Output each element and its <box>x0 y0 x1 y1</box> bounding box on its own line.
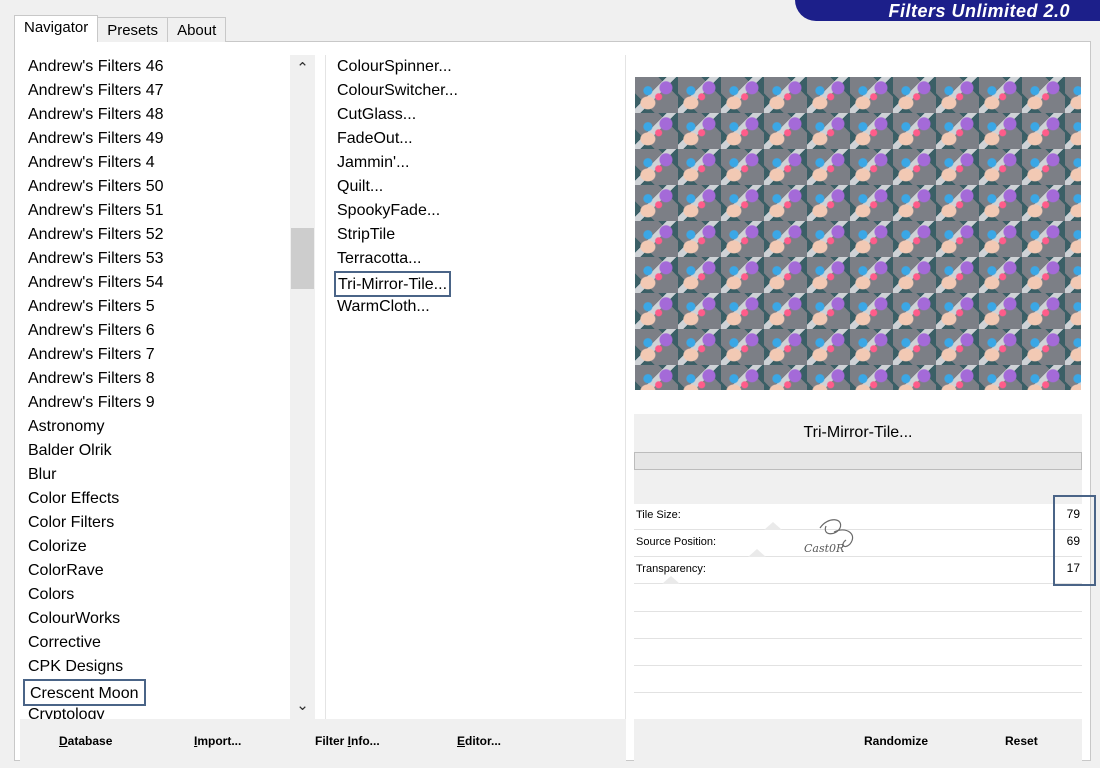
category-item[interactable]: Colors <box>28 583 74 607</box>
param-label: Source Position: <box>636 536 717 548</box>
progress-bar <box>634 452 1082 470</box>
filter-info-button[interactable]: Filter Info... <box>315 734 380 748</box>
database-button[interactable]: Database <box>59 734 112 748</box>
filter-info-box: Tri-Mirror-Tile... <box>634 414 1082 504</box>
category-scrollbar[interactable]: ⌃ ⌄ <box>290 55 315 720</box>
title-banner: Filters Unlimited 2.0 <box>795 0 1100 21</box>
category-item[interactable]: Corrective <box>28 631 101 655</box>
category-item[interactable]: Andrew's Filters 4 <box>28 151 155 175</box>
param-divider <box>634 638 1082 639</box>
filter-item[interactable]: SpookyFade... <box>337 199 440 223</box>
category-item[interactable]: Colorize <box>28 535 87 559</box>
right-button-bar: Randomize Reset <box>634 719 1082 761</box>
filter-item-selected[interactable]: Tri-Mirror-Tile... <box>334 271 452 297</box>
category-item[interactable]: Andrew's Filters 48 <box>28 103 164 127</box>
filter-item[interactable]: FadeOut... <box>337 127 413 151</box>
param-label: Tile Size: <box>636 509 681 521</box>
category-item[interactable]: ColourWorks <box>28 607 120 631</box>
category-item[interactable]: Blur <box>28 463 56 487</box>
category-item[interactable]: Andrew's Filters 50 <box>28 175 164 199</box>
category-list[interactable]: Andrew's Filters 46 Andrew's Filters 47 An… <box>20 55 290 720</box>
watermark-text: Cast0R <box>804 542 844 555</box>
category-item[interactable]: CPK Designs <box>28 655 123 679</box>
randomize-button[interactable]: Randomize <box>864 734 928 748</box>
param-divider <box>634 611 1082 612</box>
current-filter-name: Tri-Mirror-Tile... <box>803 424 913 441</box>
category-item[interactable]: Andrew's Filters 5 <box>28 295 155 319</box>
category-item[interactable]: Color Filters <box>28 511 114 535</box>
slider-thumb[interactable] <box>747 549 766 557</box>
reset-button[interactable]: Reset <box>1005 734 1038 748</box>
filter-item[interactable]: Terracotta... <box>337 247 421 271</box>
category-item[interactable]: Andrew's Filters 9 <box>28 391 155 415</box>
category-item[interactable]: Cryptology <box>28 703 104 720</box>
category-item[interactable]: ColorRave <box>28 559 104 583</box>
filter-list[interactable]: ColourSpinner... ColourSwitcher... CutGlas… <box>325 55 626 720</box>
category-item[interactable]: Andrew's Filters 49 <box>28 127 164 151</box>
editor-button[interactable]: Editor... <box>457 734 501 748</box>
category-item[interactable]: Astronomy <box>28 415 104 439</box>
category-item[interactable]: Andrew's Filters 8 <box>28 367 155 391</box>
tab-about[interactable]: About <box>167 17 227 42</box>
category-item[interactable]: Andrew's Filters 54 <box>28 271 164 295</box>
left-button-bar: Database Import... Filter Info... Editor… <box>20 719 626 761</box>
scroll-down-icon[interactable]: ⌄ <box>290 694 315 718</box>
category-item[interactable]: Andrew's Filters 53 <box>28 247 164 271</box>
filter-item[interactable]: ColourSpinner... <box>337 55 452 79</box>
filter-item[interactable]: ColourSwitcher... <box>337 79 458 103</box>
category-item[interactable]: Andrew's Filters 51 <box>28 199 164 223</box>
param-divider <box>634 665 1082 666</box>
filter-item[interactable]: CutGlass... <box>337 103 416 127</box>
filter-item[interactable]: Jammin'... <box>337 151 409 175</box>
slider-thumb[interactable] <box>662 576 680 584</box>
category-item[interactable]: Andrew's Filters 52 <box>28 223 164 247</box>
category-item[interactable]: Andrew's Filters 47 <box>28 79 164 103</box>
param-divider <box>634 692 1082 693</box>
category-item[interactable]: Color Effects <box>28 487 119 511</box>
scroll-thumb[interactable] <box>291 228 314 289</box>
tab-presets[interactable]: Presets <box>97 17 169 42</box>
tab-navigator[interactable]: Navigator <box>14 15 99 42</box>
filter-item[interactable]: Quilt... <box>337 175 383 199</box>
filter-item[interactable]: WarmCloth... <box>337 295 430 319</box>
param-label: Transparency: <box>636 563 706 575</box>
category-item[interactable]: Andrew's Filters 7 <box>28 343 155 367</box>
slider-thumb[interactable] <box>764 522 783 530</box>
category-item-selected[interactable]: Crescent Moon <box>23 679 146 706</box>
import-button[interactable]: Import... <box>194 734 241 748</box>
tab-bar: Navigator Presets About <box>14 15 227 42</box>
category-item[interactable]: Balder Olrik <box>28 439 112 463</box>
scroll-up-icon[interactable]: ⌃ <box>290 57 315 81</box>
category-item[interactable]: Andrew's Filters 6 <box>28 319 155 343</box>
values-highlight <box>1053 495 1096 586</box>
filter-item[interactable]: StripTile <box>337 223 395 247</box>
filter-preview-image <box>635 77 1081 390</box>
category-item[interactable]: Andrew's Filters 46 <box>28 55 164 79</box>
app-title: Filters Unlimited 2.0 <box>888 1 1070 21</box>
watermark-logo: Cast0R <box>804 519 854 555</box>
